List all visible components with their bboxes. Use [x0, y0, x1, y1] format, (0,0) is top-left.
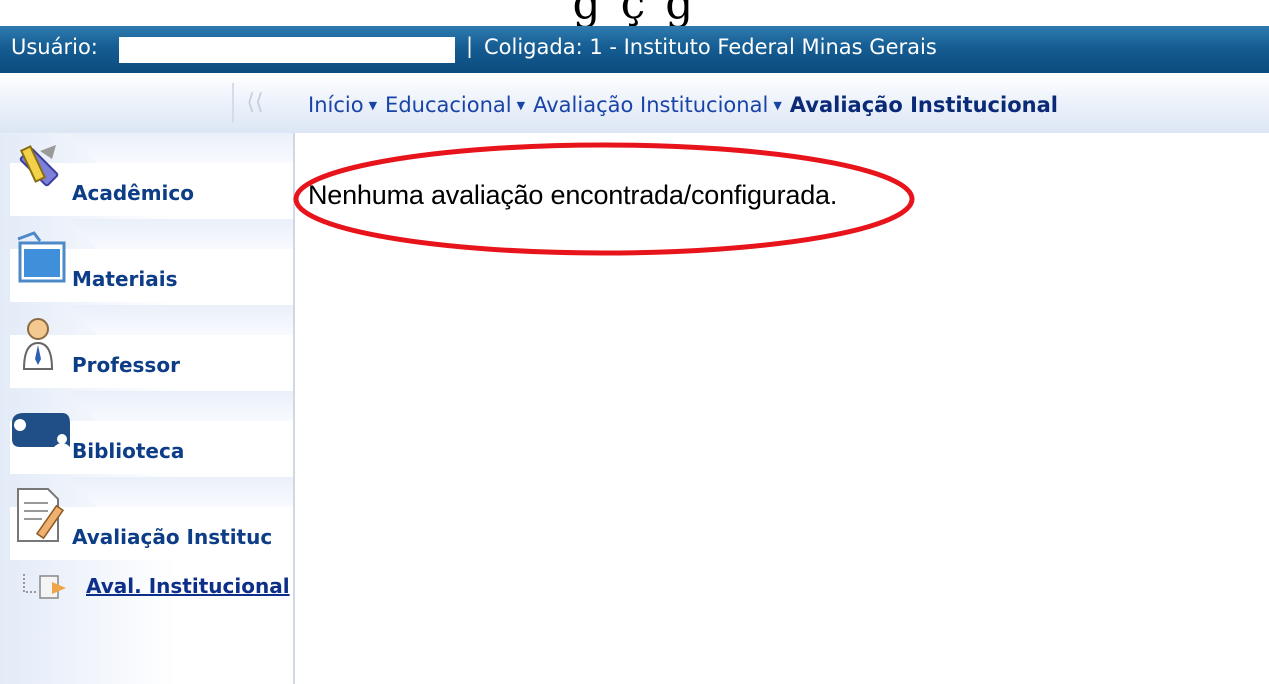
header-separator: |: [466, 34, 474, 58]
chevron-down-icon[interactable]: ▼: [369, 99, 377, 112]
breadcrumb-item-inicio[interactable]: Início: [308, 93, 364, 117]
user-name-redacted: [119, 37, 455, 63]
sidebar-item-materiais[interactable]: Materiais: [0, 219, 293, 304]
sidebar-item-label: Avaliação Instituc: [72, 525, 273, 549]
breadcrumb-item-educacional[interactable]: Educacional: [385, 93, 512, 117]
chevron-down-icon[interactable]: ▼: [517, 99, 525, 112]
collapse-sidebar-icon[interactable]: ⟨⟨: [232, 83, 276, 123]
sidebar-subitem-aval-institucional[interactable]: Aval. Institucional: [22, 572, 292, 602]
ruler-pencil-icon: [19, 145, 59, 187]
tree-arrow-icon: [23, 574, 66, 599]
teacher-avatar-icon: [22, 318, 54, 370]
document-pencil-icon: [17, 488, 65, 542]
breadcrumb-current: Avaliação Institucional: [789, 93, 1058, 117]
sidebar-item-label: Acadêmico: [72, 181, 195, 205]
sidebar-item-avaliacao[interactable]: Avaliação Instituc: [0, 477, 293, 562]
clipped-caption-text: g ç g: [0, 0, 1269, 26]
book-scroll-icon: [12, 413, 70, 447]
folder-document-icon: [17, 231, 66, 283]
sidebar-subitem-label: Aval. Institucional: [86, 574, 290, 598]
empty-state-message: Nenhuma avaliação encontrada/configurada…: [308, 180, 838, 210]
sidebar-item-label: Professor: [72, 353, 180, 377]
header-bar: Usuário: | Coligada: 1 - Instituto Feder…: [0, 26, 1269, 73]
sidebar-item-academico[interactable]: Acadêmico: [0, 133, 293, 218]
chevron-down-icon[interactable]: ▼: [773, 99, 781, 112]
user-label: Usuário:: [11, 35, 98, 59]
breadcrumb-item-avaliacao[interactable]: Avaliação Institucional: [533, 93, 768, 117]
coligada-label: Coligada: 1 - Instituto Federal Minas Ge…: [484, 35, 937, 59]
main-content: Nenhuma avaliação encontrada/configurada…: [293, 133, 1269, 684]
sidebar-item-professor[interactable]: Professor: [0, 305, 293, 390]
breadcrumb-bar: ⟨⟨ Início ▼ Educacional ▼ Avaliação Instituc…: [0, 73, 1269, 133]
sidebar: Acadêmico Materiais Professor Biblioteca: [0, 133, 295, 684]
breadcrumb: Início ▼ Educacional ▼ Avaliação Institucion…: [308, 93, 1058, 117]
sidebar-item-label: Materiais: [72, 267, 178, 291]
sidebar-item-label: Biblioteca: [72, 439, 185, 463]
sidebar-item-biblioteca[interactable]: Biblioteca: [0, 391, 293, 476]
